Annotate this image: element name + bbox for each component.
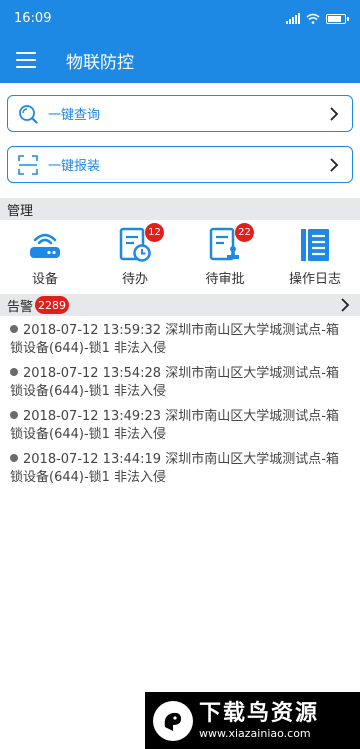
status-bar: 16:09: [0, 0, 360, 37]
grid-item-todo[interactable]: 待办 12: [90, 223, 180, 289]
bullet-icon: [10, 368, 18, 376]
grid-label-device: 设备: [31, 272, 58, 287]
chevron-right-icon: [341, 298, 350, 312]
alarm-text: 2018-07-12 13:54:28 深圳市南山区大学城测试点-箱锁设备(64…: [10, 366, 339, 399]
grid-label-todo: 待办: [121, 272, 148, 287]
status-icons: [286, 13, 349, 24]
watermark-title: 下载鸟资源: [199, 700, 320, 726]
chevron-right-icon: [330, 106, 339, 121]
alarm-item[interactable]: 2018-07-12 13:54:28 深圳市南山区大学城测试点-箱锁设备(64…: [0, 365, 360, 401]
quick-install-label: 一键报装: [48, 159, 101, 174]
grid-label-approval: 待审批: [205, 272, 245, 287]
quick-query-label: 一键查询: [48, 108, 101, 123]
grid-item-approval[interactable]: 待审批 22: [180, 223, 270, 289]
alarm-list: 2018-07-12 13:59:32 深圳市南山区大学城测试点-箱锁设备(64…: [0, 322, 360, 494]
alarm-item[interactable]: 2018-07-12 13:44:19 深圳市南山区大学城测试点-箱锁设备(64…: [0, 451, 360, 487]
bullet-icon: [10, 454, 18, 462]
watermark-url: www.xiazainiao.com: [199, 726, 311, 740]
menu-button[interactable]: [16, 52, 36, 68]
bird-logo-icon: [153, 700, 193, 741]
wifi-icon: [306, 13, 320, 24]
grid-item-operation-log[interactable]: 操作日志: [270, 223, 360, 289]
todo-count-badge: 12: [145, 223, 164, 242]
approval-count-badge: 22: [235, 223, 254, 242]
log-icon: [301, 229, 329, 261]
alarm-text: 2018-07-12 13:59:32 深圳市南山区大学城测试点-箱锁设备(64…: [10, 323, 339, 356]
alarm-text: 2018-07-12 13:49:23 深圳市南山区大学城测试点-箱锁设备(64…: [10, 409, 339, 442]
app-title: 物联防控: [66, 52, 134, 73]
status-time: 16:09: [14, 11, 52, 26]
quick-install-button[interactable]: 一键报装: [7, 146, 353, 183]
chevron-right-icon: [330, 157, 339, 172]
signal-icon: [286, 13, 300, 24]
battery-icon: [326, 13, 349, 24]
bullet-icon: [10, 411, 18, 419]
management-header: 管理: [0, 198, 360, 220]
watermark: 下载鸟资源 www.xiazainiao.com: [145, 692, 360, 749]
scan-icon: [18, 154, 38, 175]
alarm-text: 2018-07-12 13:44:19 深圳市南山区大学城测试点-箱锁设备(64…: [10, 452, 339, 485]
management-grid: 设备 待办 12 待审批 22 操作日志: [0, 223, 360, 289]
bullet-icon: [10, 325, 18, 333]
alarm-item[interactable]: 2018-07-12 13:49:23 深圳市南山区大学城测试点-箱锁设备(64…: [0, 408, 360, 444]
alarm-item[interactable]: 2018-07-12 13:59:32 深圳市南山区大学城测试点-箱锁设备(64…: [0, 322, 360, 358]
alarm-header[interactable]: 告警 2289: [0, 294, 360, 316]
search-icon: [19, 104, 38, 124]
grid-label-operation-log: 操作日志: [288, 272, 341, 287]
app-bar: 物联防控: [0, 37, 360, 83]
alarm-title: 告警: [7, 299, 34, 315]
quick-query-button[interactable]: 一键查询: [7, 95, 353, 132]
watermark-text: 下载鸟资源 www.xiazainiao.com: [199, 701, 319, 741]
grid-item-device[interactable]: 设备: [0, 223, 90, 289]
router-icon: [30, 233, 60, 258]
management-title: 管理: [7, 203, 34, 219]
alarm-count-badge: 2289: [35, 296, 70, 314]
